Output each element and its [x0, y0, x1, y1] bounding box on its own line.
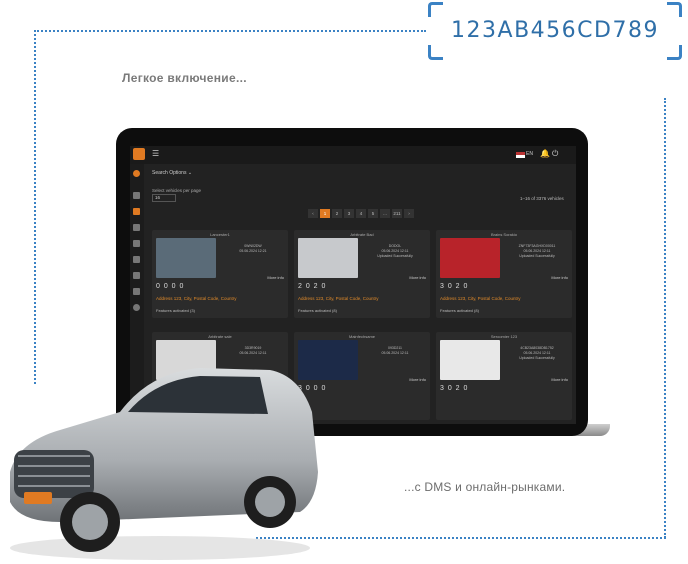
caption-bottom: ...с DMS и онлайн-рынками. — [404, 480, 566, 494]
sidebar-item-grid[interactable] — [133, 224, 140, 231]
per-page-label: Select vehicles per page — [152, 188, 202, 193]
vehicle-meta: 4CB23A8038DB1752 05.06.2024 12:11 Uploaded… — [519, 346, 555, 360]
page-button[interactable]: 211 — [392, 209, 402, 218]
page-button[interactable]: ‹ — [308, 209, 318, 218]
vin-code: 123AB456CD789 — [451, 18, 659, 43]
page-button[interactable]: 2 — [332, 209, 342, 218]
caption-top: Легкое включение... — [122, 71, 247, 85]
sidebar-item-profile[interactable] — [133, 170, 140, 177]
sidebar-item-more[interactable] — [133, 288, 140, 295]
page-button[interactable]: 5 — [368, 209, 378, 218]
vehicle-photo[interactable] — [440, 238, 500, 278]
more-info-link[interactable]: More info — [267, 275, 284, 280]
more-info-link[interactable]: More info — [551, 275, 568, 280]
bell-icon[interactable]: 🔔 — [540, 149, 550, 158]
vehicle-address: Address 123, City, Postal Code, Country — [298, 296, 379, 301]
sidebar-item-apps[interactable] — [133, 256, 140, 263]
search-options[interactable]: Search Options ⌄ — [152, 170, 192, 176]
sidebar-item-vehicles[interactable] — [133, 208, 140, 215]
page-button[interactable]: ... — [380, 209, 390, 218]
vehicle-meta: ZNF73F3AGHXD00011 05.06.2024 12:11 Uploade… — [518, 244, 556, 258]
vehicle-card[interactable]: Lancester1 0WN02DW 05.06.2024 12:21 More in… — [152, 230, 288, 318]
vehicle-stats: 3 0 2 0 — [440, 283, 469, 290]
app-topbar: ☰ EN 🔔 ⏻ — [130, 146, 576, 164]
dotted-line-right — [664, 98, 666, 538]
vin-frame: 123AB456CD789 — [428, 2, 682, 60]
sidebar-item-reports[interactable] — [133, 240, 140, 247]
vehicle-address: Address 123, City, Postal Code, Country — [156, 296, 237, 301]
vehicle-title: Seroomier 123 — [490, 334, 518, 339]
vehicle-photo[interactable] — [440, 340, 500, 380]
dotted-line-left — [34, 30, 36, 384]
vehicle-count: 1–16 of 3376 vehicles — [520, 196, 564, 201]
more-info-link[interactable]: More info — [409, 275, 426, 280]
vehicle-meta: 0WN02DW 05.06.2024 12:21 — [239, 244, 267, 253]
more-info-link[interactable]: More info — [409, 377, 426, 382]
vehicle-title: Mainfechsame — [348, 334, 375, 339]
sidebar-item-settings[interactable] — [133, 272, 140, 279]
pagination: ‹ 1 2 3 4 5... 211 › — [308, 209, 414, 218]
dotted-line-top — [34, 30, 426, 32]
features-dropdown[interactable]: Features activated (8) — [440, 308, 479, 313]
app-logo — [133, 148, 145, 160]
page-button[interactable]: 3 — [344, 209, 354, 218]
vehicle-card[interactable]: Brains Sorakio ZNF73F3AGHXD00011 05.06.202… — [436, 230, 572, 318]
vehicle-stats: 2 0 2 0 — [298, 283, 327, 290]
sidebar-item-alerts[interactable] — [133, 304, 140, 311]
flag-icon[interactable] — [516, 152, 525, 158]
vehicle-title: Arbitrate Bad — [350, 232, 374, 237]
vehicle-meta: 093D211 05.06.2024 12:11 — [381, 346, 409, 355]
features-dropdown[interactable]: Features activated (8) — [298, 308, 337, 313]
vehicle-card[interactable]: Seroomier 123 4CB23A8038DB1752 05.06.2024 … — [436, 332, 572, 420]
vehicle-stats: 0 0 0 0 — [156, 283, 185, 290]
vehicle-card[interactable]: Arbitrate Bad DODOL 05.06.2024 12:11 Upload… — [294, 230, 430, 318]
vehicle-title: Lancester1 — [210, 232, 230, 237]
suv-car-image — [10, 368, 318, 560]
menu-icon[interactable]: ☰ — [152, 149, 159, 158]
sidebar-item-dashboard[interactable] — [133, 192, 140, 199]
page-button[interactable]: › — [404, 209, 414, 218]
vehicle-address: Address 123, City, Postal Code, Country — [440, 296, 521, 301]
power-icon[interactable]: ⏻ — [552, 149, 558, 159]
features-dropdown[interactable]: Features activated (3) — [156, 308, 195, 313]
vehicle-photo[interactable] — [156, 238, 216, 278]
vehicle-photo[interactable] — [298, 238, 358, 278]
vehicle-title: Brains Sorakio — [490, 232, 517, 237]
page-button[interactable]: 1 — [320, 209, 330, 218]
vehicle-meta: DODOL 05.06.2024 12:11 Uploaded Successful… — [377, 244, 413, 258]
language-select[interactable]: EN — [526, 151, 533, 157]
per-page-select[interactable]: 16 — [152, 194, 176, 202]
more-info-link[interactable]: More info — [551, 377, 568, 382]
page-button[interactable]: 4 — [356, 209, 366, 218]
vehicle-title: Arbitrate sale — [208, 334, 232, 339]
vehicle-stats: 3 0 2 0 — [440, 385, 469, 392]
